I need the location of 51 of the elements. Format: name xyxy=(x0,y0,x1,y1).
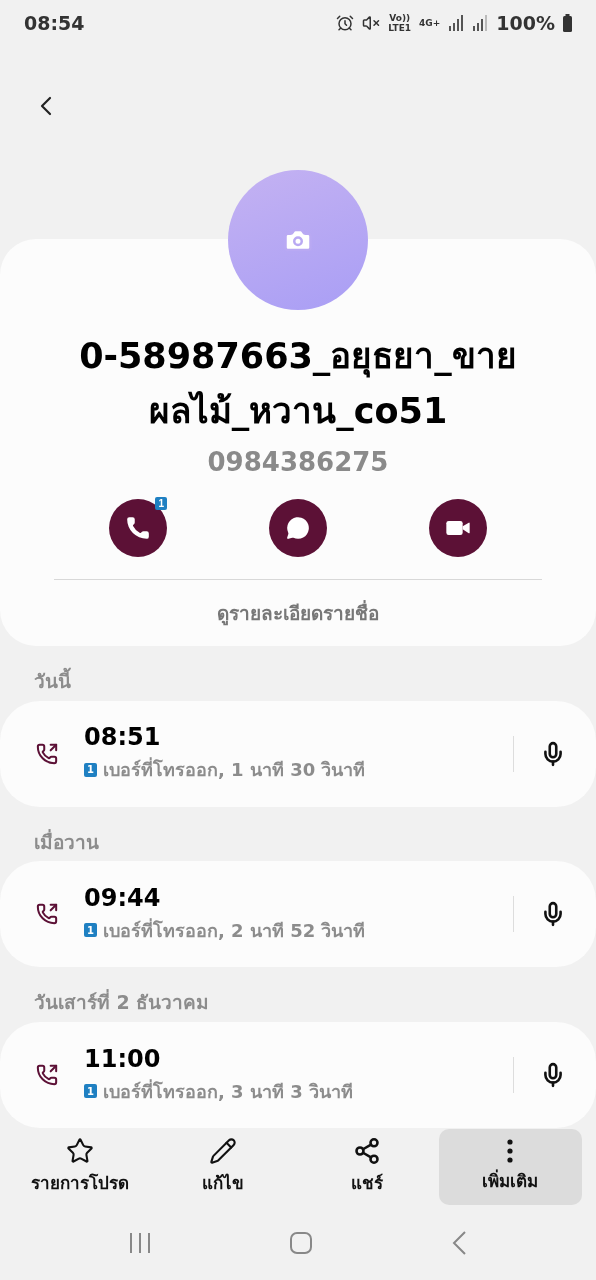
call-log-row[interactable]: 08:51 1 เบอร์ที่โทรออก, 1 นาที 30 วินาที xyxy=(0,700,596,807)
back-nav-icon xyxy=(452,1230,466,1255)
call-detail: เบอร์ที่โทรออก, 3 นาที 3 วินาที xyxy=(103,1078,353,1104)
sim-badge: 1 xyxy=(84,762,97,777)
signal-icon xyxy=(448,14,465,31)
battery-icon xyxy=(563,13,572,32)
network-label: Vo)) xyxy=(389,12,411,23)
date-heading: วันนี้ xyxy=(33,666,72,694)
signal-icon xyxy=(472,14,489,31)
call-time: 08:51 xyxy=(84,723,162,751)
more-icon xyxy=(507,1139,514,1163)
outgoing-call-icon xyxy=(36,742,58,765)
call-time: 09:44 xyxy=(84,883,162,912)
recent-apps-button[interactable] xyxy=(129,1230,151,1255)
message-icon xyxy=(285,514,311,541)
call-time: 11:00 xyxy=(84,1044,162,1073)
date-heading: วันเสาร์ที่ 2 ธันวาคม xyxy=(33,988,211,1016)
contact-name: 0-58987663_อยุธยา_ขายผลไม้_หวาน_co51 xyxy=(78,334,518,433)
toolbar-button[interactable]: แก้ไข xyxy=(151,1128,295,1205)
pencil-icon xyxy=(209,1137,238,1165)
home-button[interactable] xyxy=(289,1230,313,1255)
status-time: 08:54 xyxy=(24,11,85,34)
star-icon xyxy=(65,1137,94,1165)
video-call-button[interactable] xyxy=(429,498,487,557)
call-count-badge: 1 xyxy=(155,496,167,510)
outgoing-call-icon xyxy=(36,903,58,926)
recent-apps-icon xyxy=(130,1231,150,1254)
phone-number: 0984386275 xyxy=(207,446,389,477)
back-nav-button[interactable] xyxy=(451,1229,467,1256)
home-icon xyxy=(290,1231,312,1254)
call-log-row[interactable]: 09:44 1 เบอร์ที่โทรออก, 2 นาที 52 วินาที xyxy=(0,861,596,968)
mute-icon xyxy=(362,13,381,32)
date-heading: เมื่อวาน xyxy=(33,828,100,855)
outgoing-call-icon xyxy=(36,1064,58,1086)
share-icon xyxy=(352,1137,381,1165)
toolbar-button[interactable]: รายการโปรด xyxy=(8,1128,152,1205)
toolbar-button[interactable]: แชร์ xyxy=(295,1128,439,1205)
network-label: LTE1 xyxy=(388,22,412,33)
sim-badge: 1 xyxy=(84,923,97,938)
alarm-icon xyxy=(336,13,355,32)
sim-badge: 1 xyxy=(84,1084,97,1098)
message-button[interactable] xyxy=(269,498,327,557)
data-type-label: 4G+ xyxy=(419,17,441,28)
call-log-row[interactable]: 11:00 1 เบอร์ที่โทรออก, 3 นาที 3 วินาที xyxy=(0,1022,596,1128)
toolbar-button[interactable]: เพิ่มเติม xyxy=(438,1128,582,1205)
phone-icon xyxy=(125,514,151,541)
contact-details-link[interactable]: ดูรายละเอียดรายชื่อ xyxy=(217,597,379,628)
call-button[interactable]: 1 xyxy=(109,498,167,557)
battery-percent: 100% xyxy=(496,11,555,34)
call-detail: เบอร์ที่โทรออก, 1 นาที 30 วินาที xyxy=(103,756,366,782)
call-detail: เบอร์ที่โทรออก, 2 นาที 52 วินาที xyxy=(103,917,366,943)
